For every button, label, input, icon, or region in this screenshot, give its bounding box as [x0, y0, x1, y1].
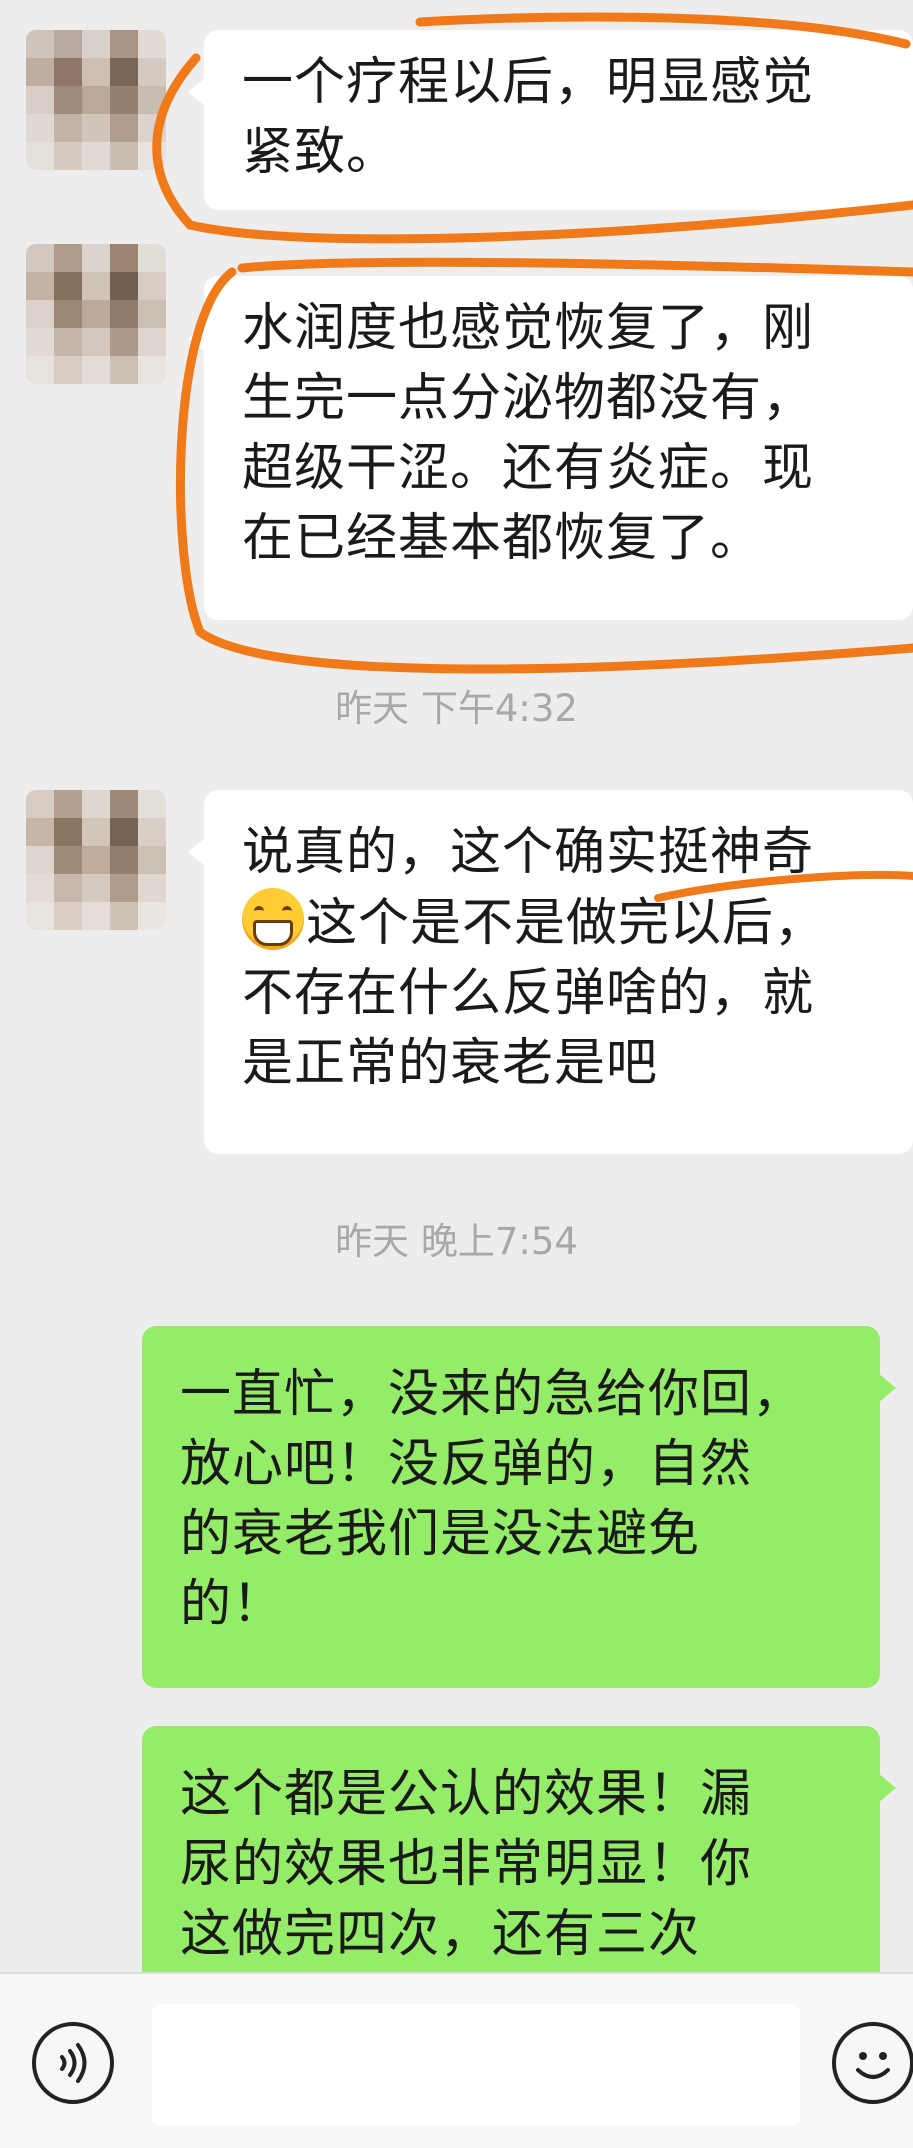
message-line: 一直忙，没来的急给你回，	[180, 1365, 805, 1424]
input-bar	[0, 1972, 913, 2148]
message-line: 在已经基本都恢复了。	[242, 509, 763, 568]
avatar[interactable]	[26, 790, 166, 930]
message-line-with-emoji: 这个是不是做完以后，	[242, 888, 883, 959]
message-line: 一个疗程以后，明显感觉	[242, 53, 815, 112]
message-bubble[interactable]: 说真的，这个确实挺神奇 这个是不是做完以后， 不存在什么反弹啥的，就 是正常的衰…	[188, 790, 913, 1154]
message-bubble-outgoing[interactable]: 一直忙，没来的急给你回， 放心吧！没反弹的，自然 的衰老我们是没法避免 的！	[142, 1326, 896, 1688]
avatar[interactable]	[26, 30, 166, 170]
message-line: 不存在什么反弹啥的，就	[242, 964, 815, 1023]
message-line: 说真的，这个确实挺神奇	[242, 823, 815, 882]
emoji-button[interactable]	[832, 2022, 913, 2104]
voice-icon	[60, 2043, 87, 2083]
message-line: 这做完四次，还有三次	[180, 1905, 701, 1964]
message-line: 紧致。	[242, 123, 399, 182]
message-bubble[interactable]: 一个疗程以后，明显感觉 紧致。	[188, 30, 913, 210]
message-line: 这个都是公认的效果！漏	[180, 1765, 753, 1824]
message-bubble-outgoing[interactable]: 这个都是公认的效果！漏 尿的效果也非常明显！你 这做完四次，还有三次	[142, 1726, 896, 1972]
message-line: 的！	[180, 1575, 285, 1634]
message-line: 是正常的衰老是吧	[242, 1034, 659, 1093]
chat-area[interactable]: 一个疗程以后，明显感觉 紧致。 水润度也感觉恢复了，刚 生完一点分泌物都没有， …	[0, 0, 913, 1972]
message-bubble[interactable]: 水润度也感觉恢复了，刚 生完一点分泌物都没有， 超级干涩。还有炎症。现 在已经基…	[188, 276, 913, 620]
grinning-face-icon	[242, 888, 304, 950]
timestamp: 昨天 下午4:32	[335, 687, 578, 730]
message-line: 这个是不是做完以后，	[306, 894, 827, 953]
message-line: 生完一点分泌物都没有，	[242, 369, 815, 428]
timestamp: 昨天 晚上7:54	[335, 1220, 578, 1263]
message-line: 放心吧！没反弹的，自然	[180, 1435, 753, 1494]
message-line: 水润度也感觉恢复了，刚	[242, 299, 815, 358]
message-input[interactable]	[152, 2004, 800, 2126]
avatar[interactable]	[26, 244, 166, 384]
voice-input-button[interactable]	[32, 2022, 114, 2104]
message-line: 的衰老我们是没法避免	[180, 1505, 701, 1564]
message-line: 尿的效果也非常明显！你	[180, 1835, 753, 1894]
message-line: 超级干涩。还有炎症。现	[242, 439, 815, 498]
emoji-icon	[856, 2052, 890, 2079]
